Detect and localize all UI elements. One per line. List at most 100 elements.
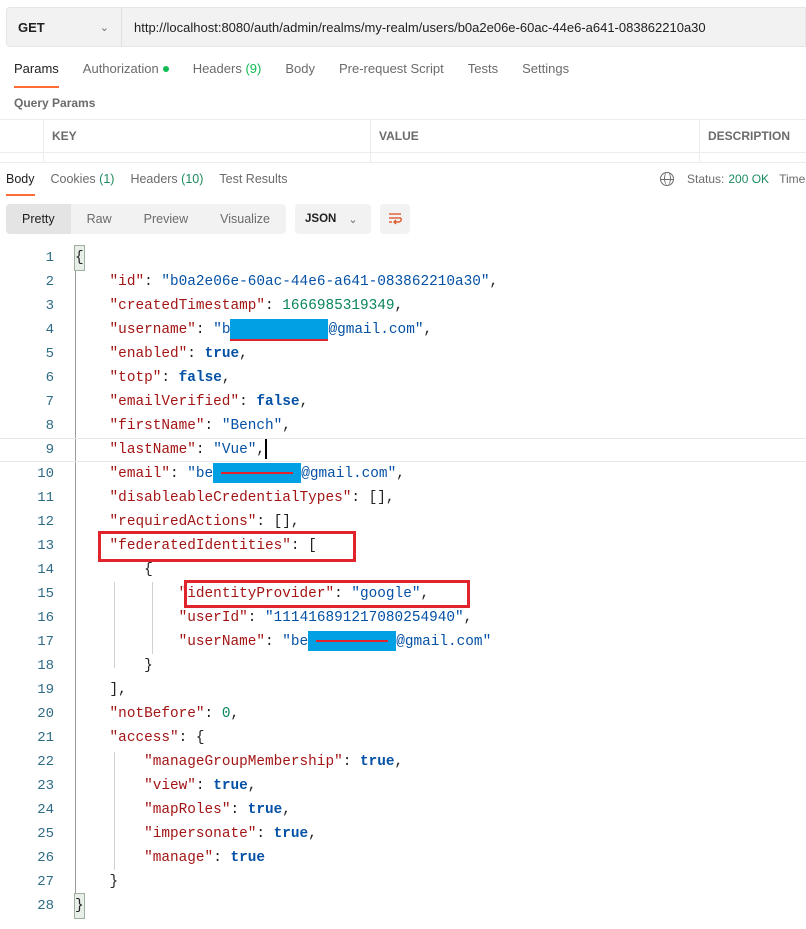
highlight-box-federated-identities	[98, 531, 356, 562]
tab-label: Settings	[522, 61, 570, 76]
tab-count: (10)	[181, 172, 204, 186]
tab-label: Body	[285, 61, 315, 76]
code-line: 2 "id": "b0a2e06e-60ac-44e6-a641-0838622…	[0, 270, 806, 294]
row-check	[0, 153, 43, 162]
line-number: 2	[45, 274, 54, 290]
tab-pre-request-script[interactable]: Pre-request Script	[339, 61, 444, 88]
tab-params[interactable]: Params	[14, 61, 59, 88]
format-label: JSON	[305, 213, 337, 225]
tab-response-body[interactable]: Body	[6, 172, 35, 196]
line-number: 23	[37, 778, 54, 794]
method-select[interactable]: GET ⌄	[7, 8, 122, 46]
code-line: 26 "manage": true	[0, 846, 806, 870]
code-line: 3 "createdTimestamp": 1666985319349,	[0, 294, 806, 318]
line-number: 8	[45, 418, 54, 434]
column-header-key: KEY	[43, 120, 370, 152]
url-bar: GET ⌄ http://localhost:8080/auth/admin/r…	[6, 7, 806, 47]
line-number: 24	[37, 802, 54, 818]
line-number: 14	[37, 562, 54, 578]
tab-label: Headers	[192, 61, 242, 76]
line-number: 11	[37, 490, 54, 506]
code-line: 8 "firstName": "Bench",	[0, 414, 806, 438]
map-roles-value: true	[247, 802, 283, 818]
code-line: 18 }	[0, 654, 806, 678]
line-number: 28	[37, 898, 54, 914]
time-label[interactable]: Time	[779, 172, 805, 186]
code-line: 10 "email": "be @gmail.com",	[0, 462, 806, 486]
key-input[interactable]	[43, 153, 370, 162]
line-number: 25	[37, 826, 54, 842]
redaction-box	[308, 631, 397, 652]
manage-group-membership-value: true	[360, 754, 395, 770]
view-value: true	[213, 778, 248, 794]
line-number: 18	[37, 658, 54, 674]
impersonate-value: true	[273, 826, 309, 842]
code-line: 20 "notBefore": 0,	[0, 702, 806, 726]
tab-settings[interactable]: Settings	[522, 61, 569, 88]
tab-count: (1)	[99, 172, 115, 186]
username-suffix: @gmail.com	[328, 322, 415, 338]
code-line: 23 "view": true,	[0, 774, 806, 798]
line-number: 19	[37, 682, 54, 698]
line-number: 12	[37, 514, 54, 530]
table-row[interactable]	[0, 153, 806, 163]
tab-label: Body	[6, 172, 35, 186]
code-line: 16 "userId": "111416891217080254940",	[0, 606, 806, 630]
tab-body[interactable]: Body	[285, 61, 315, 88]
description-input[interactable]	[699, 153, 806, 162]
view-preview-button[interactable]: Preview	[128, 204, 204, 234]
url-input[interactable]: http://localhost:8080/auth/admin/realms/…	[122, 20, 706, 35]
line-number: 7	[45, 394, 54, 410]
tab-label: Test Results	[219, 172, 288, 186]
tab-authorization[interactable]: Authorization	[83, 61, 169, 88]
status-value[interactable]: 200 OK	[728, 172, 769, 186]
line-number: 16	[37, 610, 54, 626]
code-line-current: 9 "lastName": "Vue",	[0, 438, 806, 462]
code-line: 25 "impersonate": true,	[0, 822, 806, 846]
query-params-table: KEY VALUE DESCRIPTION	[0, 119, 806, 163]
code-line: 28}	[0, 893, 806, 919]
tab-label: Cookies	[50, 172, 96, 186]
request-tabs: Params Authorization Headers (9) Body Pr…	[14, 61, 593, 88]
id-value: b0a2e06e-60ac-44e6-a641-083862210a30	[170, 274, 481, 290]
tab-tests[interactable]: Tests	[468, 61, 498, 88]
line-number: 6	[45, 370, 54, 386]
wrap-lines-button[interactable]	[380, 204, 410, 234]
fed-username-suffix: @gmail.com	[396, 634, 483, 650]
created-timestamp-value: 1666985319349	[282, 298, 395, 314]
tab-headers[interactable]: Headers (9)	[193, 61, 262, 88]
line-number: 22	[37, 754, 54, 770]
line-number: 15	[37, 586, 54, 602]
method-label: GET	[18, 19, 45, 35]
format-select[interactable]: JSON ⌄	[295, 204, 371, 234]
redaction-box	[213, 463, 302, 484]
line-number: 3	[45, 298, 54, 314]
code-line: 21 "access": {	[0, 726, 806, 750]
table-header-row: KEY VALUE DESCRIPTION	[0, 120, 806, 153]
column-header-value: VALUE	[370, 120, 699, 152]
tab-label: Pre-request Script	[338, 61, 444, 76]
line-number: 1	[45, 250, 54, 266]
totp-value: false	[178, 370, 222, 386]
line-number: 26	[37, 850, 54, 866]
tab-label: Headers	[130, 172, 178, 186]
line-number: 4	[45, 322, 54, 338]
view-raw-button[interactable]: Raw	[71, 204, 128, 234]
line-number: 10	[37, 466, 54, 482]
line-number: 5	[45, 346, 54, 362]
code-line: 4 "username": "b @gmail.com",	[0, 318, 806, 342]
value-input[interactable]	[370, 153, 699, 162]
view-mode-toggle: Pretty Raw Preview Visualize	[6, 204, 286, 234]
tab-label: Authorization	[82, 61, 159, 76]
tab-cookies[interactable]: Cookies (1)	[51, 172, 115, 196]
first-name-value: Bench	[230, 418, 274, 434]
tab-test-results[interactable]: Test Results	[219, 172, 287, 196]
email-prefix: be	[195, 466, 214, 482]
tab-response-headers[interactable]: Headers (10)	[130, 172, 203, 196]
view-pretty-button[interactable]: Pretty	[6, 204, 71, 234]
enabled-value: true	[204, 346, 240, 362]
manage-value: true	[230, 850, 266, 866]
view-visualize-button[interactable]: Visualize	[204, 204, 286, 234]
tab-label: Params	[14, 61, 59, 76]
globe-icon[interactable]	[660, 172, 674, 186]
